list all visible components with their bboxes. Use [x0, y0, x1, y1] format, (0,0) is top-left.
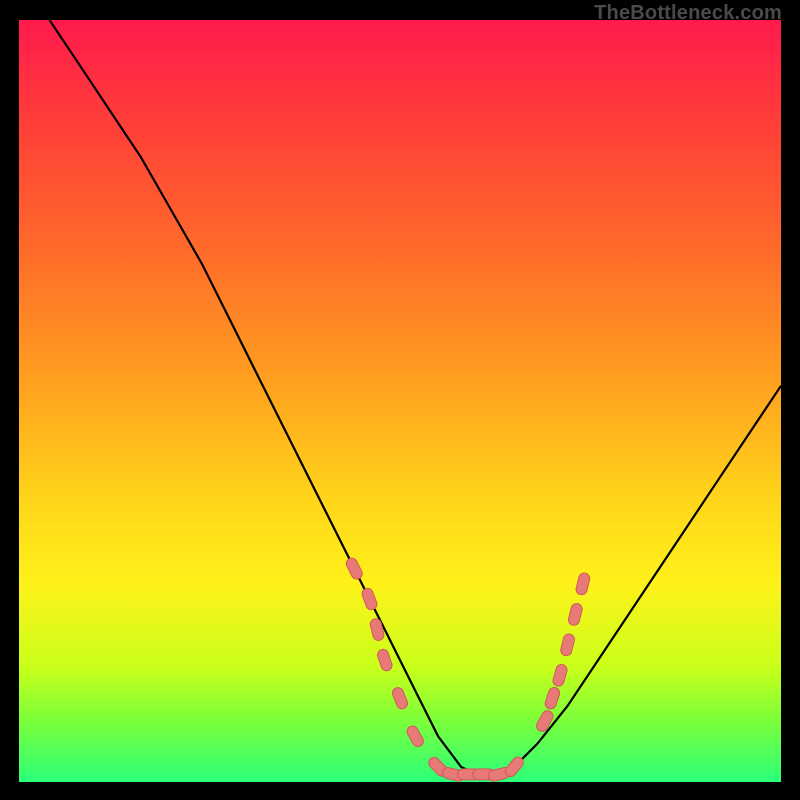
curve-marker	[376, 648, 393, 672]
curve-marker	[567, 602, 583, 626]
chart-container: TheBottleneck.com	[0, 0, 800, 800]
curve-marker	[344, 556, 364, 581]
plot-area	[19, 20, 781, 782]
curve-marker	[535, 709, 555, 734]
curve-marker	[391, 686, 409, 711]
curve-marker	[552, 663, 569, 687]
curve-svg	[19, 20, 781, 782]
curve-markers	[344, 556, 590, 782]
curve-marker	[369, 618, 385, 642]
bottleneck-curve	[50, 20, 782, 774]
curve-marker	[575, 572, 591, 596]
curve-marker	[360, 587, 378, 611]
curve-marker	[405, 724, 425, 749]
curve-marker	[560, 633, 576, 657]
curve-marker	[544, 686, 561, 710]
